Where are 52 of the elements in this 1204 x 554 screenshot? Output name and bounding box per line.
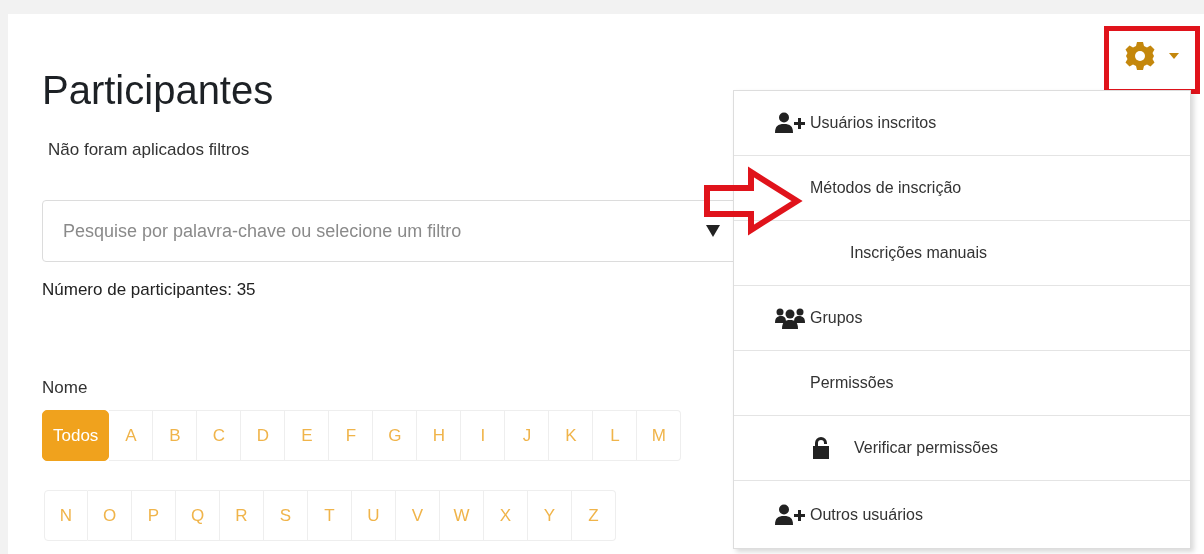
letter-filter-button[interactable]: I <box>461 410 506 461</box>
user-add-icon <box>774 112 806 134</box>
letter-filter-button[interactable]: J <box>505 410 550 461</box>
letter-filter-button[interactable]: R <box>220 490 264 541</box>
letter-filter-button[interactable]: Z <box>572 490 616 541</box>
menu-item[interactable]: Verificar permissões <box>734 416 1190 481</box>
unlocked-padlock-icon <box>812 437 830 459</box>
letter-filter-button[interactable]: P <box>132 490 176 541</box>
menu-item[interactable]: Grupos <box>734 286 1190 351</box>
letter-filter-button[interactable]: A <box>109 410 154 461</box>
letter-filter-button[interactable]: V <box>396 490 440 541</box>
filter-status: Não foram aplicados filtros <box>48 140 250 160</box>
letter-filter-button[interactable]: Todos <box>42 410 110 461</box>
menu-item-label: Grupos <box>810 309 863 327</box>
letter-filter-button[interactable]: Q <box>176 490 220 541</box>
menu-item-label: Inscrições manuais <box>850 244 987 262</box>
participant-count: Número de participantes: 35 <box>42 280 256 300</box>
letter-filter-button[interactable]: N <box>44 490 88 541</box>
filter-label: Nome <box>42 378 88 398</box>
letter-filter-button[interactable]: L <box>593 410 638 461</box>
letter-filter-button[interactable]: K <box>549 410 594 461</box>
group-icon <box>774 307 806 329</box>
menu-item-label: Permissões <box>810 374 894 392</box>
settings-icon <box>1125 41 1155 71</box>
letter-filter-button[interactable]: B <box>153 410 198 461</box>
letter-filter-button[interactable]: W <box>440 490 484 541</box>
menu-item[interactable]: Usuários inscritos <box>734 91 1190 156</box>
menu-item-label: Verificar permissões <box>854 439 999 457</box>
letter-filter-button[interactable]: H <box>417 410 462 461</box>
letter-filter-button[interactable]: T <box>308 490 352 541</box>
menu-item[interactable]: Métodos de inscrição <box>734 156 1190 221</box>
page-title: Participantes <box>42 67 274 114</box>
letter-filter-button[interactable]: Y <box>528 490 572 541</box>
user-add-icon <box>774 503 806 526</box>
letter-filter-button[interactable]: D <box>241 410 286 461</box>
caret-icon <box>1169 53 1179 59</box>
letter-filter-button[interactable]: C <box>197 410 242 461</box>
letter-filter-button[interactable]: F <box>329 410 374 461</box>
menu-item-label: Outros usuários <box>810 505 923 524</box>
letter-filter-button[interactable]: U <box>352 490 396 541</box>
letter-filter-button[interactable]: S <box>264 490 308 541</box>
menu-item-label: Usuários inscritos <box>810 114 937 132</box>
letter-filter-button[interactable]: M <box>637 410 682 461</box>
caret-icon <box>706 225 720 237</box>
menu-item[interactable]: Inscrições manuais <box>734 221 1190 286</box>
letter-filter-button[interactable]: G <box>373 410 418 461</box>
menu-item[interactable]: Permissões <box>734 351 1190 416</box>
menu-item-label: Métodos de inscrição <box>810 179 962 197</box>
letter-filter-button[interactable]: E <box>285 410 330 461</box>
letter-filter-button[interactable]: O <box>88 490 132 541</box>
menu-item[interactable]: Outros usuários <box>734 481 1190 548</box>
letter-filter-button[interactable]: X <box>484 490 528 541</box>
